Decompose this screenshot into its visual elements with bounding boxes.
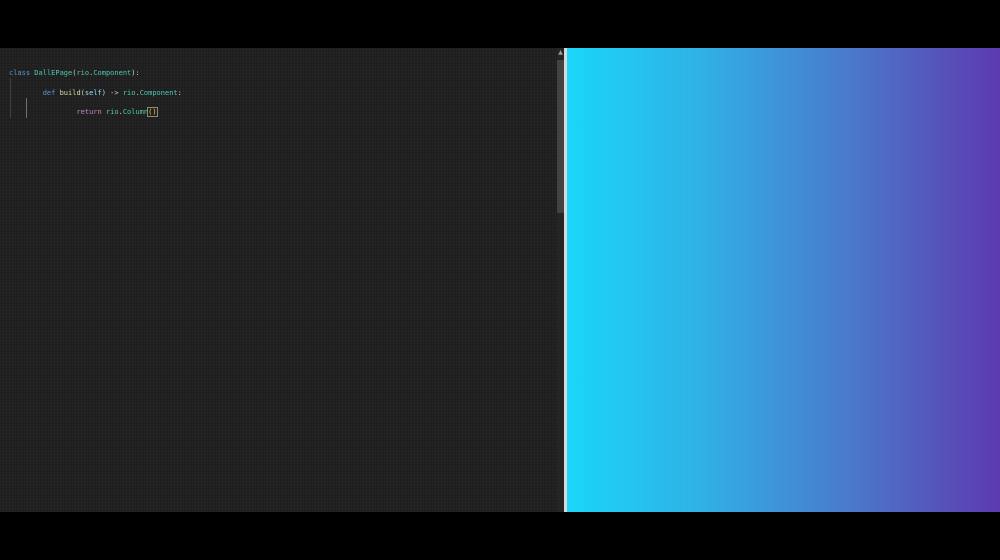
class-name-dallepage: DallEPage [34,69,73,77]
scrollbar-thumb[interactable] [557,60,564,213]
keyword-class: class [9,69,31,77]
module-rio: rio [76,69,90,77]
app-preview-gradient [567,48,1000,512]
module-rio: rio [105,108,119,116]
function-name-build: build [59,89,81,97]
code-editor[interactable]: class DallEPage(rio.Component): def buil… [0,48,557,512]
letterbox-bottom [0,512,1000,560]
class-name-column: Column [122,108,149,116]
class-name-component: Component [139,89,178,97]
token-arrow: ) -> [101,89,123,97]
parameter-self: self [84,89,102,97]
keyword-def: def [42,89,56,97]
code-line-return[interactable]: return rio.Column() [9,107,158,117]
class-name-component: Component [93,69,132,77]
token-colon: : [177,89,182,97]
code-line-build-def[interactable]: def build(self) -> rio.Component: [9,88,182,98]
code-line-class-def[interactable]: class DallEPage(rio.Component): [9,68,140,78]
letterbox-top [0,0,1000,48]
editor-scrollbar[interactable]: ▲ [557,48,564,512]
matched-brackets: () [147,107,158,117]
keyword-return: return [76,108,102,116]
token-paren-close-colon: ): [131,69,140,77]
module-rio: rio [122,89,136,97]
scroll-up-icon[interactable]: ▲ [557,48,564,58]
screen: class DallEPage(rio.Component): def buil… [0,0,1000,560]
